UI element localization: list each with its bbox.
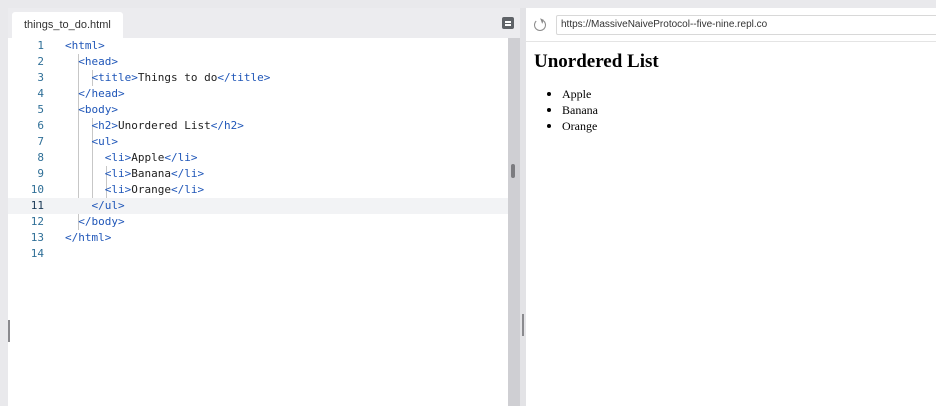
- line-number: 2: [37, 55, 44, 68]
- code-line[interactable]: 5 <body>: [8, 102, 508, 118]
- line-number: 13: [30, 231, 44, 244]
- code-text: <h2>Unordered List</h2>: [91, 119, 244, 132]
- code-line[interactable]: 8 <li>Apple</li>: [8, 150, 508, 166]
- panel-toggle-icon[interactable]: [502, 17, 514, 29]
- code-text: <title>Things to do</title>: [91, 71, 271, 84]
- code-editor-pane: things_to_do.html 1 <html> 2 <head> 3 <titl…: [8, 8, 520, 406]
- line-number: 5: [37, 103, 44, 116]
- rendered-document: Unordered List Apple Banana Orange: [526, 42, 936, 406]
- line-number: 8: [37, 151, 44, 164]
- line-number: 6: [37, 119, 44, 132]
- list-item: Banana: [538, 102, 598, 118]
- line-number: 1: [37, 39, 44, 52]
- editor-scroll-thumb[interactable]: [511, 164, 515, 178]
- code-text: <html>: [65, 39, 105, 52]
- code-line[interactable]: 11 </ul>: [8, 198, 508, 214]
- line-number: 3: [37, 71, 44, 84]
- code-text: <li>Orange</li>: [104, 183, 205, 196]
- editor-scrollbar[interactable]: [508, 38, 520, 406]
- line-number: 10: [30, 183, 44, 196]
- preview-url-bar: https://MassiveNaiveProtocol--five-nine.…: [526, 8, 936, 42]
- bullet-icon: [547, 124, 551, 128]
- code-text: <body>: [78, 103, 118, 116]
- web-preview-pane: https://MassiveNaiveProtocol--five-nine.…: [526, 8, 936, 406]
- code-line[interactable]: 14: [8, 246, 508, 262]
- code-line[interactable]: 1 <html>: [8, 38, 508, 54]
- code-line[interactable]: 12 </body>: [8, 214, 508, 230]
- list-item-label: Orange: [562, 119, 598, 133]
- code-text: </body>: [78, 215, 125, 228]
- line-number: 9: [37, 167, 44, 180]
- code-line[interactable]: 6 <h2>Unordered List</h2>: [8, 118, 508, 134]
- code-line[interactable]: 7 <ul>: [8, 134, 508, 150]
- code-text: <li>Banana</li>: [104, 167, 205, 180]
- code-text: </head>: [78, 87, 125, 100]
- editor-tab-bar: things_to_do.html: [8, 8, 520, 38]
- unordered-list: Apple Banana Orange: [538, 86, 598, 134]
- code-line[interactable]: 9 <li>Banana</li>: [8, 166, 508, 182]
- code-line[interactable]: 2 <head>: [8, 54, 508, 70]
- reload-icon[interactable]: [534, 19, 546, 31]
- code-line[interactable]: 10 <li>Orange</li>: [8, 182, 508, 198]
- editor-resize-handle[interactable]: [8, 320, 10, 342]
- code-area[interactable]: 1 <html> 2 <head> 3 <title>Things to do</ti…: [8, 38, 508, 406]
- list-item: Apple: [538, 86, 598, 102]
- line-number: 4: [37, 87, 44, 100]
- bullet-icon: [547, 92, 551, 96]
- code-text: <li>Apple</li>: [104, 151, 198, 164]
- list-item-label: Banana: [562, 103, 598, 117]
- page-heading: Unordered List: [534, 51, 659, 72]
- code-text: <ul>: [91, 135, 119, 148]
- code-text: <head>: [78, 55, 118, 68]
- url-input[interactable]: https://MassiveNaiveProtocol--five-nine.…: [556, 15, 936, 35]
- list-item: Orange: [538, 118, 598, 134]
- code-text: </html>: [65, 231, 112, 244]
- list-item-label: Apple: [562, 87, 592, 101]
- line-number: 11: [30, 199, 44, 212]
- code-text: </ul>: [91, 199, 125, 212]
- line-number: 7: [37, 135, 44, 148]
- code-line[interactable]: 13 </html>: [8, 230, 508, 246]
- code-line[interactable]: 4 </head>: [8, 86, 508, 102]
- code-line[interactable]: 3 <title>Things to do</title>: [8, 70, 508, 86]
- line-number: 12: [30, 215, 44, 228]
- line-number: 14: [30, 247, 44, 260]
- divider-grip-handle[interactable]: [522, 314, 524, 336]
- file-tab-things-to-do[interactable]: things_to_do.html: [12, 12, 123, 38]
- bullet-icon: [547, 108, 551, 112]
